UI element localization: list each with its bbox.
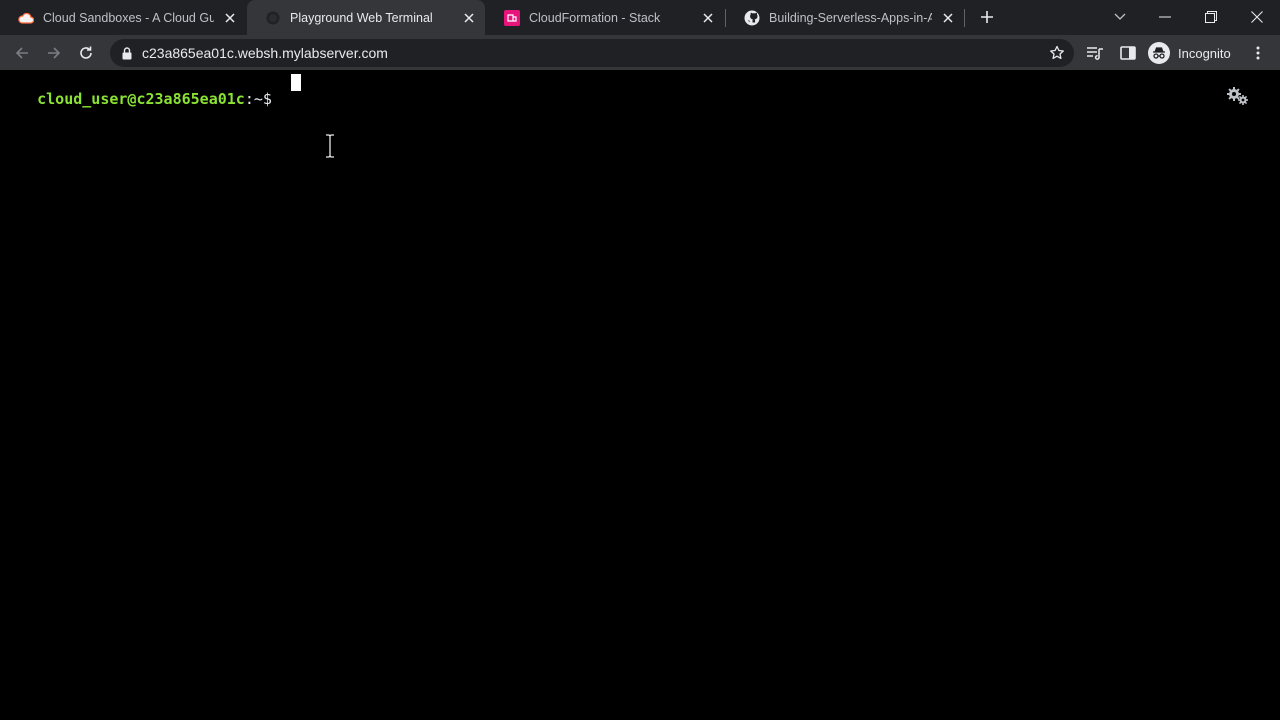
close-tab-icon[interactable]: [938, 8, 958, 28]
more-menu-icon[interactable]: [1247, 42, 1269, 64]
minimize-button[interactable]: [1153, 5, 1177, 29]
tab-github-repo[interactable]: Building-Serverless-Apps-in-AWS: [726, 0, 964, 35]
incognito-profile-button[interactable]: Incognito: [1148, 41, 1231, 65]
tab-cloudformation-stack[interactable]: CloudFormation - Stack: [486, 0, 724, 35]
terminal-prompt-line: cloud_user@c23a865ea01c:~$: [1, 72, 281, 126]
url-text[interactable]: c23a865ea01c.websh.mylabserver.com: [142, 45, 388, 61]
close-tab-icon[interactable]: [698, 8, 718, 28]
terminal-favicon-icon: [265, 10, 281, 26]
reading-list-icon[interactable]: [1084, 42, 1106, 64]
terminal-settings-gears-icon[interactable]: [1226, 86, 1250, 106]
address-bar[interactable]: c23a865ea01c.websh.mylabserver.com: [110, 39, 1074, 67]
terminal-cursor: [291, 74, 301, 91]
tab-title: Playground Web Terminal: [290, 10, 433, 25]
prompt-user-host: cloud_user@c23a865ea01c: [37, 90, 245, 108]
prompt-path: :~$: [244, 90, 281, 108]
mouse-ibeam-cursor-icon: [324, 134, 336, 158]
tab-title: CloudFormation - Stack: [529, 10, 661, 25]
incognito-icon: [1148, 42, 1170, 64]
tab-separator: [964, 9, 965, 27]
close-window-button[interactable]: [1245, 5, 1269, 29]
bookmark-star-icon[interactable]: [1048, 44, 1066, 62]
tab-strip: Cloud Sandboxes - A Cloud Guru Playgroun…: [0, 0, 1280, 35]
lock-icon[interactable]: [120, 45, 134, 61]
browser-toolbar: c23a865ea01c.websh.mylabserver.com Incog…: [0, 35, 1280, 70]
close-tab-icon[interactable]: [459, 8, 479, 28]
cloud-icon: [18, 10, 34, 26]
forward-button[interactable]: [41, 40, 67, 66]
incognito-label: Incognito: [1178, 45, 1231, 61]
github-icon: [744, 10, 760, 26]
tab-cloud-sandboxes[interactable]: Cloud Sandboxes - A Cloud Guru: [0, 0, 246, 35]
back-button[interactable]: [9, 40, 35, 66]
cloudformation-icon: [504, 9, 520, 26]
reload-button[interactable]: [73, 40, 99, 66]
tab-search-chevron-down-icon[interactable]: [1108, 5, 1132, 29]
terminal-viewport[interactable]: cloud_user@c23a865ea01c:~$: [0, 70, 1280, 720]
new-tab-button[interactable]: [976, 6, 998, 28]
close-tab-icon[interactable]: [220, 8, 240, 28]
side-panel-icon[interactable]: [1117, 42, 1139, 64]
restore-button[interactable]: [1199, 5, 1223, 29]
tab-title: Building-Serverless-Apps-in-AWS: [769, 10, 932, 25]
tab-title: Cloud Sandboxes - A Cloud Guru: [43, 10, 214, 25]
tab-playground-web-terminal[interactable]: Playground Web Terminal: [247, 0, 485, 35]
